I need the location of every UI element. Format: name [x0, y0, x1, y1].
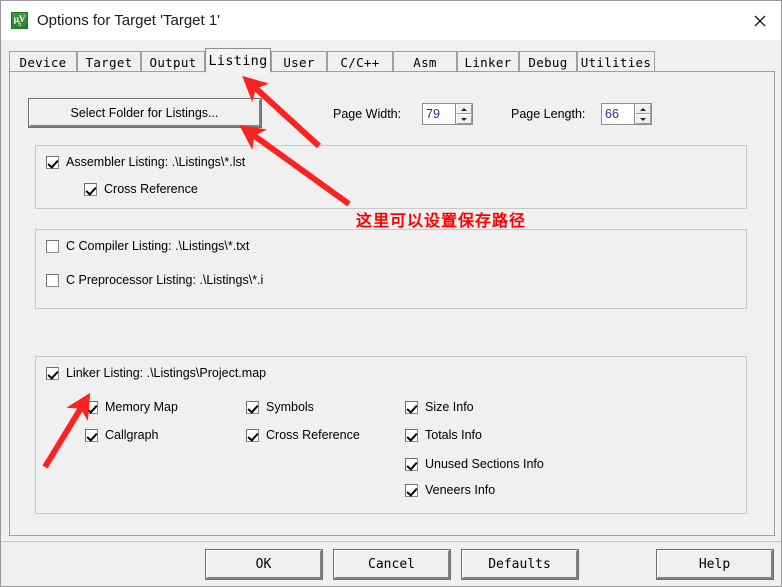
veneers-info-label: Veneers Info [425, 483, 496, 497]
size-info-checkbox[interactable] [405, 400, 418, 414]
chevron-down-icon [461, 117, 467, 121]
footer-separator [1, 541, 781, 542]
defaults-button[interactable]: Defaults [461, 549, 579, 580]
page-width-spin-up[interactable] [456, 104, 472, 114]
tab-strip: Device Target Output Listing User C/C++ … [9, 48, 775, 73]
page-width-label: Page Width: [333, 107, 402, 121]
page-width-stepper[interactable]: 79 [422, 103, 473, 125]
unused-sections-info-checkbox[interactable] [405, 457, 418, 471]
unused-sections-info-label: Unused Sections Info [425, 457, 544, 471]
uvision-icon: µV 5 [11, 12, 28, 29]
linker-cross-reference-label: Cross Reference [266, 428, 360, 442]
page-length-stepper[interactable]: 66 [601, 103, 652, 125]
page-length-label: Page Length: [511, 107, 586, 121]
uvision-icon-sub: 5 [17, 22, 22, 28]
tab-linker[interactable]: Linker [457, 51, 519, 72]
page-length-input[interactable]: 66 [601, 103, 634, 125]
title-bar: µV 5 Options for Target 'Target 1' [1, 1, 781, 40]
linker-listing-checkbox[interactable] [46, 366, 59, 380]
assembler-cross-reference-checkbox[interactable] [84, 182, 97, 196]
linker-cross-reference-checkbox-row[interactable]: Cross Reference [246, 428, 360, 442]
veneers-info-checkbox[interactable] [405, 483, 418, 497]
c-preprocessor-listing-checkbox[interactable] [46, 273, 59, 287]
c-compiler-listing-label: C Compiler Listing: .\Listings\*.txt [66, 239, 250, 253]
page-length-spin-up[interactable] [635, 104, 651, 114]
chevron-up-icon [461, 107, 467, 111]
close-button[interactable] [737, 1, 781, 40]
annotation-text: 这里可以设置保存路径 [356, 213, 527, 230]
linker-listing-label: Linker Listing: .\Listings\Project.map [66, 366, 267, 380]
tab-output[interactable]: Output [141, 51, 205, 72]
c-preprocessor-listing-label: C Preprocessor Listing: .\Listings\*.i [66, 273, 264, 287]
tab-debug[interactable]: Debug [519, 51, 577, 72]
c-compiler-listing-checkbox-row[interactable]: C Compiler Listing: .\Listings\*.txt [46, 239, 249, 253]
page-width-input[interactable]: 79 [422, 103, 455, 125]
linker-listing-checkbox-row[interactable]: Linker Listing: .\Listings\Project.map [46, 366, 266, 380]
tab-c-cpp[interactable]: C/C++ [327, 51, 393, 72]
page-width-spin-buttons[interactable] [455, 103, 473, 125]
size-info-checkbox-row[interactable]: Size Info [405, 400, 474, 414]
tab-utilities[interactable]: Utilities [577, 51, 655, 72]
memory-map-checkbox-row[interactable]: Memory Map [85, 400, 178, 414]
page-width-spin-down[interactable] [456, 114, 472, 124]
options-dialog: µV 5 Options for Target 'Target 1' Devic… [0, 0, 782, 587]
totals-info-label: Totals Info [425, 428, 482, 442]
linker-cross-reference-checkbox[interactable] [246, 428, 259, 442]
unused-sections-info-checkbox-row[interactable]: Unused Sections Info [405, 457, 544, 471]
callgraph-checkbox[interactable] [85, 428, 98, 442]
c-compiler-listing-checkbox[interactable] [46, 239, 59, 253]
assembler-listing-label: Assembler Listing: .\Listings\*.lst [66, 155, 246, 169]
page-length-spin-buttons[interactable] [634, 103, 652, 125]
callgraph-label: Callgraph [105, 428, 159, 442]
memory-map-checkbox[interactable] [85, 400, 98, 414]
tab-listing[interactable]: Listing [205, 48, 271, 73]
close-icon [754, 15, 766, 26]
tab-target[interactable]: Target [77, 51, 141, 72]
tab-user[interactable]: User [271, 51, 327, 72]
tab-device[interactable]: Device [9, 51, 77, 72]
symbols-label: Symbols [266, 400, 314, 414]
select-folder-button[interactable]: Select Folder for Listings... [28, 98, 262, 128]
c-preprocessor-listing-checkbox-row[interactable]: C Preprocessor Listing: .\Listings\*.i [46, 273, 263, 287]
chevron-up-icon [640, 107, 646, 111]
symbols-checkbox-row[interactable]: Symbols [246, 400, 314, 414]
assembler-listing-checkbox-row[interactable]: Assembler Listing: .\Listings\*.lst [46, 155, 245, 169]
veneers-info-checkbox-row[interactable]: Veneers Info [405, 483, 495, 497]
size-info-label: Size Info [425, 400, 474, 414]
assembler-cross-reference-checkbox-row[interactable]: Cross Reference [84, 182, 198, 196]
help-button[interactable]: Help [656, 549, 774, 580]
window-title: Options for Target 'Target 1' [37, 12, 221, 29]
chevron-down-icon [640, 117, 646, 121]
callgraph-checkbox-row[interactable]: Callgraph [85, 428, 159, 442]
cancel-button[interactable]: Cancel [333, 549, 451, 580]
assembler-cross-reference-label: Cross Reference [104, 182, 198, 196]
symbols-checkbox[interactable] [246, 400, 259, 414]
totals-info-checkbox[interactable] [405, 428, 418, 442]
totals-info-checkbox-row[interactable]: Totals Info [405, 428, 482, 442]
tab-asm[interactable]: Asm [393, 51, 457, 72]
assembler-listing-checkbox[interactable] [46, 155, 59, 169]
ok-button[interactable]: OK [205, 549, 323, 580]
memory-map-label: Memory Map [105, 400, 178, 414]
page-length-spin-down[interactable] [635, 114, 651, 124]
